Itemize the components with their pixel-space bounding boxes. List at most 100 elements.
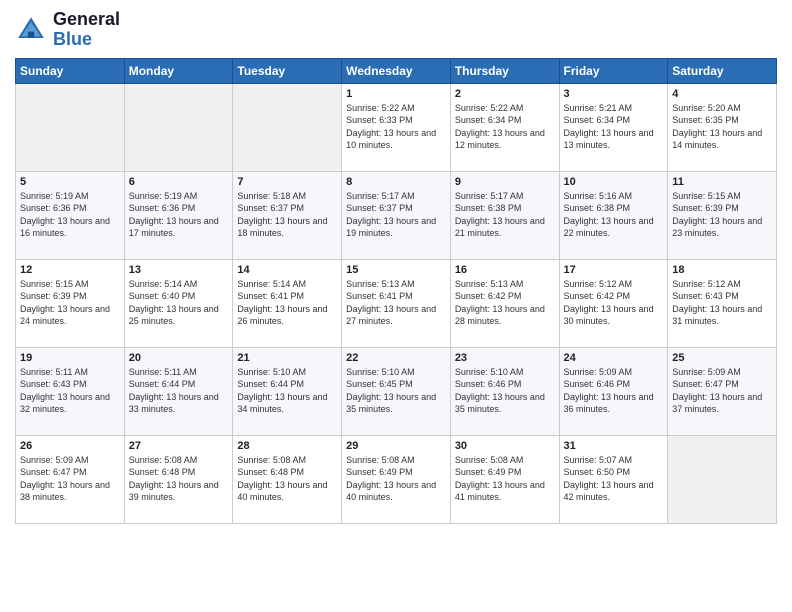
calendar-cell: 14 Sunrise: 5:14 AMSunset: 6:41 PMDayligh… bbox=[233, 259, 342, 347]
week-row-3: 12Sunrise: 5:15 AMSunset: 6:39 PMDayligh… bbox=[16, 259, 777, 347]
day-number: 28 bbox=[237, 440, 337, 452]
calendar-cell: 28 Sunrise: 5:08 AMSunset: 6:48 PMDayligh… bbox=[233, 435, 342, 523]
calendar-cell: 23 Sunrise: 5:10 AMSunset: 6:46 PMDayligh… bbox=[450, 347, 559, 435]
day-number: 8 bbox=[346, 176, 446, 188]
calendar-cell: 1 Sunrise: 5:22 AMSunset: 6:33 PMDaylight… bbox=[342, 83, 451, 171]
calendar-cell: 25 Sunrise: 5:09 AMSunset: 6:47 PMDayligh… bbox=[668, 347, 777, 435]
cell-content: Sunrise: 5:09 AMSunset: 6:47 PMDaylight:… bbox=[20, 454, 120, 504]
day-number: 25 bbox=[672, 352, 772, 364]
calendar-cell bbox=[233, 83, 342, 171]
cell-content: Sunrise: 5:11 AMSunset: 6:43 PMDaylight:… bbox=[20, 366, 120, 416]
week-row-4: 19 Sunrise: 5:11 AMSunset: 6:43 PMDayligh… bbox=[16, 347, 777, 435]
cell-content: Sunrise: 5:08 AMSunset: 6:48 PMDaylight:… bbox=[129, 454, 229, 504]
day-number: 24 bbox=[564, 352, 664, 364]
day-number: 18 bbox=[672, 264, 772, 276]
cell-content: Sunrise: 5:07 AMSunset: 6:50 PMDaylight:… bbox=[564, 454, 664, 504]
calendar-cell: 17 Sunrise: 5:12 AMSunset: 6:42 PMDayligh… bbox=[559, 259, 668, 347]
day-number: 9 bbox=[455, 176, 555, 188]
calendar-cell: 19 Sunrise: 5:11 AMSunset: 6:43 PMDayligh… bbox=[16, 347, 125, 435]
cell-content: Sunrise: 5:22 AMSunset: 6:34 PMDaylight:… bbox=[455, 102, 555, 152]
cell-content: Sunrise: 5:12 AMSunset: 6:43 PMDaylight:… bbox=[672, 278, 772, 328]
cell-content: Sunrise: 5:17 AMSunset: 6:37 PMDaylight:… bbox=[346, 190, 446, 240]
cell-content: Sunrise: 5:09 AMSunset: 6:46 PMDaylight:… bbox=[564, 366, 664, 416]
calendar-cell bbox=[124, 83, 233, 171]
cell-content: Sunrise: 5:13 AMSunset: 6:42 PMDaylight:… bbox=[455, 278, 555, 328]
cell-content: Sunrise: 5:10 AMSunset: 6:44 PMDaylight:… bbox=[237, 366, 337, 416]
calendar-header: SundayMondayTuesdayWednesdayThursdayFrid… bbox=[16, 58, 777, 83]
calendar-cell: 3Sunrise: 5:21 AMSunset: 6:34 PMDaylight… bbox=[559, 83, 668, 171]
weekday-row: SundayMondayTuesdayWednesdayThursdayFrid… bbox=[16, 58, 777, 83]
day-number: 7 bbox=[237, 176, 337, 188]
cell-content: Sunrise: 5:08 AMSunset: 6:49 PMDaylight:… bbox=[455, 454, 555, 504]
calendar-cell: 5 Sunrise: 5:19 AMSunset: 6:36 PMDaylight… bbox=[16, 171, 125, 259]
weekday-monday: Monday bbox=[124, 58, 233, 83]
calendar-cell: 6 Sunrise: 5:19 AMSunset: 6:36 PMDaylight… bbox=[124, 171, 233, 259]
day-number: 12 bbox=[20, 264, 120, 276]
calendar-cell: 2Sunrise: 5:22 AMSunset: 6:34 PMDaylight… bbox=[450, 83, 559, 171]
cell-content: Sunrise: 5:19 AMSunset: 6:36 PMDaylight:… bbox=[129, 190, 229, 240]
day-number: 20 bbox=[129, 352, 229, 364]
week-row-2: 5 Sunrise: 5:19 AMSunset: 6:36 PMDaylight… bbox=[16, 171, 777, 259]
weekday-friday: Friday bbox=[559, 58, 668, 83]
day-number: 4 bbox=[672, 88, 772, 100]
logo: General Blue bbox=[15, 10, 120, 50]
calendar-cell: 27 Sunrise: 5:08 AMSunset: 6:48 PMDayligh… bbox=[124, 435, 233, 523]
cell-content: Sunrise: 5:11 AMSunset: 6:44 PMDaylight:… bbox=[129, 366, 229, 416]
day-number: 5 bbox=[20, 176, 120, 188]
calendar-cell: 7Sunrise: 5:18 AMSunset: 6:37 PMDaylight… bbox=[233, 171, 342, 259]
cell-content: Sunrise: 5:08 AMSunset: 6:49 PMDaylight:… bbox=[346, 454, 446, 504]
day-number: 19 bbox=[20, 352, 120, 364]
weekday-wednesday: Wednesday bbox=[342, 58, 451, 83]
calendar-body: 1 Sunrise: 5:22 AMSunset: 6:33 PMDaylight… bbox=[16, 83, 777, 523]
day-number: 22 bbox=[346, 352, 446, 364]
cell-content: Sunrise: 5:21 AMSunset: 6:34 PMDaylight:… bbox=[564, 102, 664, 152]
cell-content: Sunrise: 5:14 AMSunset: 6:41 PMDaylight:… bbox=[237, 278, 337, 328]
logo-line: General bbox=[53, 10, 120, 30]
week-row-1: 1 Sunrise: 5:22 AMSunset: 6:33 PMDaylight… bbox=[16, 83, 777, 171]
day-number: 1 bbox=[346, 88, 446, 100]
day-number: 13 bbox=[129, 264, 229, 276]
logo-text: General Blue bbox=[53, 10, 120, 50]
cell-content: Sunrise: 5:10 AMSunset: 6:45 PMDaylight:… bbox=[346, 366, 446, 416]
calendar-cell: 30 Sunrise: 5:08 AMSunset: 6:49 PMDayligh… bbox=[450, 435, 559, 523]
cell-content: Sunrise: 5:10 AMSunset: 6:46 PMDaylight:… bbox=[455, 366, 555, 416]
day-number: 6 bbox=[129, 176, 229, 188]
day-number: 11 bbox=[672, 176, 772, 188]
day-number: 29 bbox=[346, 440, 446, 452]
cell-content: Sunrise: 5:14 AMSunset: 6:40 PMDaylight:… bbox=[129, 278, 229, 328]
day-number: 10 bbox=[564, 176, 664, 188]
calendar-cell: 10 Sunrise: 5:16 AMSunset: 6:38 PMDayligh… bbox=[559, 171, 668, 259]
calendar-cell: 21 Sunrise: 5:10 AMSunset: 6:44 PMDayligh… bbox=[233, 347, 342, 435]
weekday-thursday: Thursday bbox=[450, 58, 559, 83]
cell-content: Sunrise: 5:20 AMSunset: 6:35 PMDaylight:… bbox=[672, 102, 772, 152]
calendar-cell: 16 Sunrise: 5:13 AMSunset: 6:42 PMDayligh… bbox=[450, 259, 559, 347]
calendar-cell: 26 Sunrise: 5:09 AMSunset: 6:47 PMDayligh… bbox=[16, 435, 125, 523]
day-number: 21 bbox=[237, 352, 337, 364]
logo-line2: Blue bbox=[53, 30, 120, 50]
day-number: 16 bbox=[455, 264, 555, 276]
cell-content: Sunrise: 5:22 AMSunset: 6:33 PMDaylight:… bbox=[346, 102, 446, 152]
calendar-cell: 15 Sunrise: 5:13 AMSunset: 6:41 PMDayligh… bbox=[342, 259, 451, 347]
calendar-cell: 22 Sunrise: 5:10 AMSunset: 6:45 PMDayligh… bbox=[342, 347, 451, 435]
cell-content: Sunrise: 5:09 AMSunset: 6:47 PMDaylight:… bbox=[672, 366, 772, 416]
day-number: 14 bbox=[237, 264, 337, 276]
calendar-cell: 9 Sunrise: 5:17 AMSunset: 6:38 PMDaylight… bbox=[450, 171, 559, 259]
weekday-sunday: Sunday bbox=[16, 58, 125, 83]
day-number: 17 bbox=[564, 264, 664, 276]
header: General Blue bbox=[15, 10, 777, 50]
day-number: 27 bbox=[129, 440, 229, 452]
calendar-cell: 11Sunrise: 5:15 AMSunset: 6:39 PMDayligh… bbox=[668, 171, 777, 259]
day-number: 26 bbox=[20, 440, 120, 452]
cell-content: Sunrise: 5:19 AMSunset: 6:36 PMDaylight:… bbox=[20, 190, 120, 240]
day-number: 23 bbox=[455, 352, 555, 364]
cell-content: Sunrise: 5:12 AMSunset: 6:42 PMDaylight:… bbox=[564, 278, 664, 328]
cell-content: Sunrise: 5:16 AMSunset: 6:38 PMDaylight:… bbox=[564, 190, 664, 240]
day-number: 30 bbox=[455, 440, 555, 452]
day-number: 31 bbox=[564, 440, 664, 452]
cell-content: Sunrise: 5:08 AMSunset: 6:48 PMDaylight:… bbox=[237, 454, 337, 504]
weekday-saturday: Saturday bbox=[668, 58, 777, 83]
cell-content: Sunrise: 5:13 AMSunset: 6:41 PMDaylight:… bbox=[346, 278, 446, 328]
day-number: 15 bbox=[346, 264, 446, 276]
calendar-cell: 20 Sunrise: 5:11 AMSunset: 6:44 PMDayligh… bbox=[124, 347, 233, 435]
cell-content: Sunrise: 5:17 AMSunset: 6:38 PMDaylight:… bbox=[455, 190, 555, 240]
